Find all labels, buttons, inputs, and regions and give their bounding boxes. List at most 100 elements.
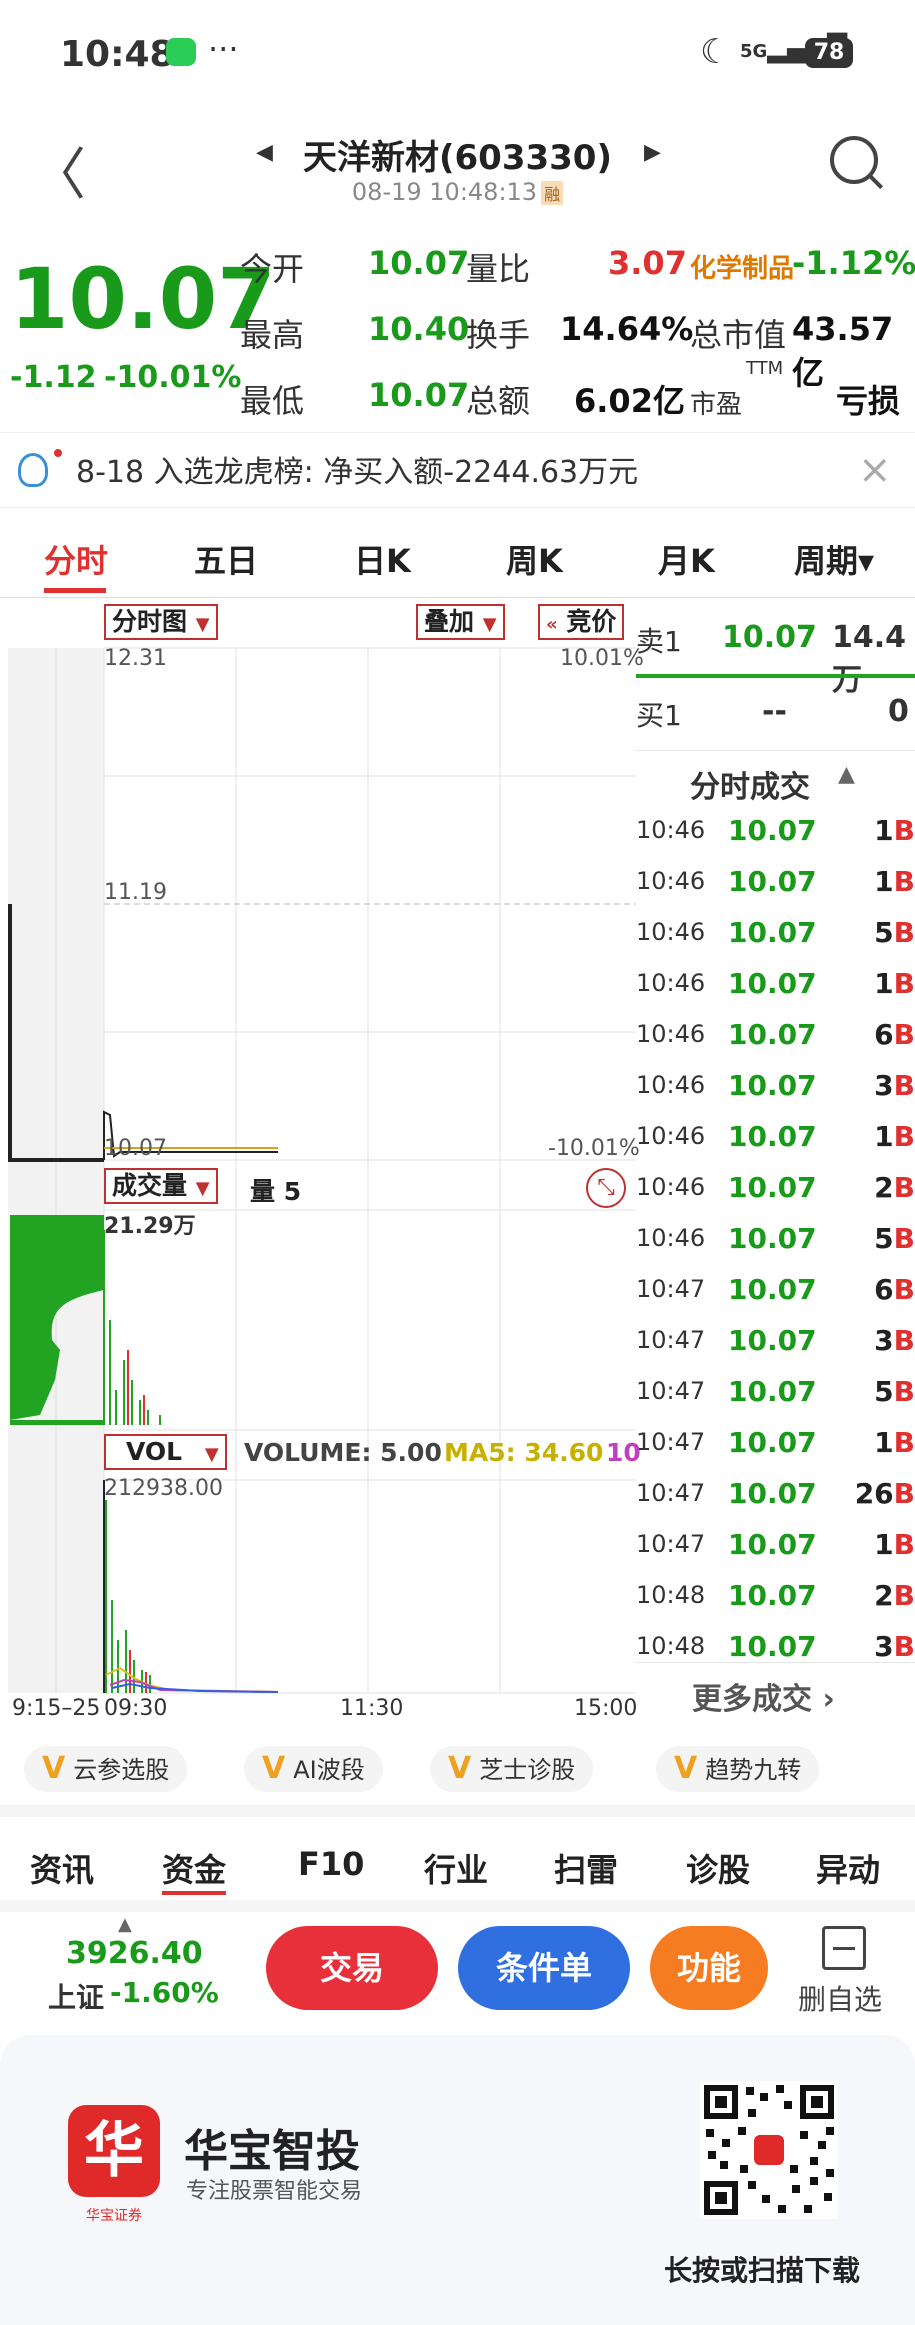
trade-time: 10:46	[636, 969, 706, 997]
tab-news[interactable]: 资讯	[30, 1845, 94, 1891]
open-label: 今开	[240, 250, 305, 288]
trade-price: 10.07	[728, 916, 817, 949]
tab-diagnose[interactable]: 诊股	[686, 1845, 750, 1891]
trade-flag: B	[893, 1528, 915, 1561]
chip-cheese-diagnose[interactable]: V 芝士诊股	[430, 1746, 594, 1792]
trade-volume: 6B	[874, 1273, 915, 1306]
trade-volume: 1B	[874, 967, 915, 1000]
chip-ai-band[interactable]: V AI波段	[244, 1746, 383, 1792]
qr-code-icon[interactable]	[700, 2081, 838, 2219]
vol-ratio-value: 3.07	[608, 244, 687, 282]
trade-flag: B	[893, 1018, 915, 1051]
trade-price: 10.07	[728, 1579, 817, 1612]
x-label-close: 15:00	[574, 1696, 638, 1721]
wechat-icon	[166, 38, 196, 66]
indicator-ma5: MA5: 34.60	[444, 1438, 604, 1467]
volume-value: 量 5	[250, 1177, 302, 1206]
trade-button[interactable]: 交易	[266, 1926, 438, 2010]
price-change: -1.12	[10, 360, 97, 395]
overlay-select[interactable]: 叠加 ▼	[416, 604, 505, 640]
trade-volume: 3B	[874, 1630, 915, 1663]
trade-price: 10.07	[728, 1528, 817, 1561]
trade-volume: 5B	[874, 1375, 915, 1408]
battery-icon: 78	[805, 38, 853, 68]
tab-f10[interactable]: F10	[298, 1845, 364, 1883]
trade-price: 10.07	[728, 1630, 817, 1663]
stock-timestamp: 08-19 10:48:13 融	[0, 178, 915, 206]
trade-volume: 1B	[874, 814, 915, 847]
stock-header: 〈 天洋新材(603330) ◀ ▶ 08-19 10:48:13 融	[0, 110, 915, 220]
v-icon: V	[262, 1751, 286, 1786]
trade-flag: B	[893, 967, 915, 1000]
trade-price: 10.07	[728, 1069, 817, 1102]
collapse-icon[interactable]: ▲	[838, 762, 855, 787]
trade-price: 10.07	[728, 1222, 817, 1255]
trade-time: 10:46	[636, 816, 706, 844]
auction-toggle[interactable]: « 竞价	[538, 604, 625, 640]
tab-funds[interactable]: 资金	[162, 1845, 226, 1891]
trade-volume: 3B	[874, 1069, 915, 1102]
tab-risk-scan[interactable]: 扫雷	[554, 1845, 618, 1891]
tab-five-day[interactable]: 五日	[194, 536, 258, 582]
tab-industry[interactable]: 行业	[424, 1845, 488, 1891]
trade-flag: B	[893, 1171, 915, 1204]
dragon-tiger-notice[interactable]: 8-18 入选龙虎榜: 净买入额-2244.63万元 ×	[0, 432, 915, 508]
tab-intraday[interactable]: 分时	[44, 536, 108, 582]
axis-mid-price: 11.19	[104, 880, 167, 905]
trade-price: 10.07	[728, 1477, 817, 1510]
index-name: 上证	[48, 1981, 105, 2014]
tab-anomaly[interactable]: 异动	[816, 1845, 880, 1891]
intraday-chart[interactable]: 分时图 ▼ 叠加 ▼ « 竞价 12.31 10.01% 11.19 10.07…	[0, 600, 644, 1721]
active-tab-indicator	[44, 588, 106, 593]
feature-chips: V 云参选股 V AI波段 V 芝士诊股 V 趋势九转	[0, 1740, 915, 1800]
trade-flag: B	[893, 814, 915, 847]
trade-row: 10:47 10.07 3B	[636, 1318, 915, 1368]
high-label: 最高	[240, 316, 305, 354]
chart-type-select[interactable]: 分时图 ▼	[104, 604, 218, 640]
trade-row: 10:47 10.07 1B	[636, 1420, 915, 1470]
chip-trend-nine[interactable]: V 趋势九转	[656, 1746, 820, 1792]
next-stock-icon[interactable]: ▶	[644, 140, 661, 165]
trade-volume: 5B	[874, 916, 915, 949]
trades-title[interactable]: 分时成交	[690, 762, 810, 806]
buy1-volume: 0	[888, 694, 909, 729]
brand-name: 华宝智投	[184, 2126, 360, 2177]
trade-price: 10.07	[728, 1120, 817, 1153]
tab-weekly-k[interactable]: 周K	[506, 536, 563, 582]
indicator-select[interactable]: VOL ▼	[104, 1434, 227, 1470]
indicator-volume: VOLUME: 5.00	[244, 1438, 442, 1467]
remove-watchlist-icon[interactable]	[822, 1926, 866, 1970]
conditional-order-button[interactable]: 条件单	[458, 1926, 630, 2010]
more-trades-link[interactable]: 更多成交 ›	[692, 1674, 835, 1718]
v-icon: V	[42, 1751, 66, 1786]
prev-stock-icon[interactable]: ◀	[256, 140, 273, 165]
remove-watchlist-label[interactable]: 删自选	[798, 1978, 882, 2018]
volume-select[interactable]: 成交量 ▼	[104, 1168, 218, 1204]
trade-flag: B	[893, 1069, 915, 1102]
sector-name[interactable]: 化学制品	[690, 248, 794, 285]
tab-daily-k[interactable]: 日K	[354, 536, 411, 582]
index-value: 3926.40	[66, 1936, 203, 1971]
trade-row: 10:46 10.07 1B	[636, 1114, 915, 1164]
chip-cloud-pick[interactable]: V 云参选股	[24, 1746, 188, 1792]
open-value: 10.07	[368, 244, 470, 282]
trade-row: 10:48 10.07 3B	[636, 1624, 915, 1674]
trade-row: 10:47 10.07 26B	[636, 1471, 915, 1521]
close-icon[interactable]: ×	[858, 447, 892, 493]
amount-value: 6.02亿	[574, 382, 685, 420]
axis-top-price: 12.31	[104, 646, 167, 671]
tab-period[interactable]: 周期▾	[794, 536, 874, 582]
function-button[interactable]: 功能	[650, 1926, 768, 2010]
price-change-pct: -10.01%	[104, 360, 242, 395]
indicator-max: 212938.00	[104, 1476, 223, 1501]
trade-time: 10:48	[636, 1632, 706, 1660]
expand-icon[interactable]: ⤡	[586, 1168, 626, 1208]
trade-volume: 26B	[854, 1477, 915, 1510]
order-book: 卖1 10.07 14.4万 买1 -- 0 分时成交 ▲ 10:46 10.07…	[636, 600, 915, 1717]
buy1-label: 买1	[636, 699, 682, 732]
sell1-label: 卖1	[636, 625, 682, 658]
trade-flag: B	[893, 1375, 915, 1408]
sell1-volume: 14.4万	[832, 620, 907, 698]
tab-monthly-k[interactable]: 月K	[658, 536, 715, 582]
search-icon[interactable]	[830, 136, 878, 184]
